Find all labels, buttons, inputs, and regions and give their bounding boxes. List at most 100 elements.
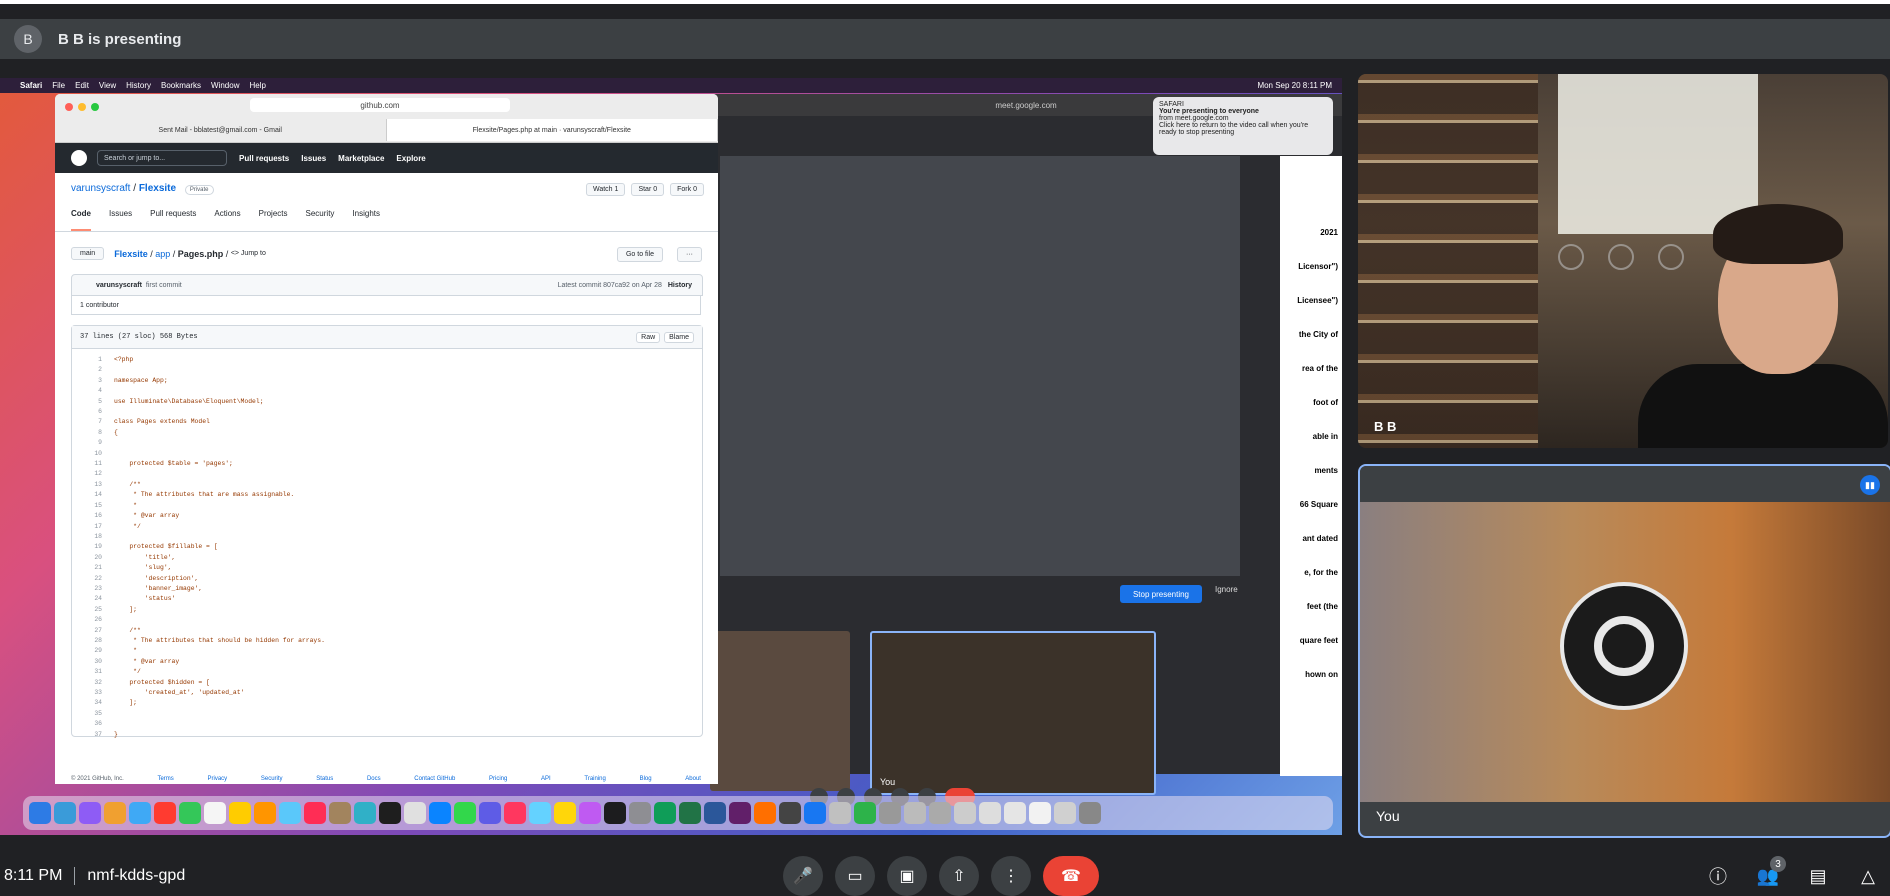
contributors[interactable]: 1 contributor (71, 295, 701, 315)
microphone-button[interactable]: 🎤 (783, 856, 823, 896)
footer-link[interactable]: API (541, 776, 551, 782)
branch-select[interactable]: main (71, 247, 105, 260)
line-number[interactable]: 37 (72, 730, 114, 740)
ignore-button[interactable]: Ignore (1215, 585, 1238, 594)
commit-message[interactable]: first commit (146, 282, 182, 289)
github-search-input[interactable]: Search or jump to... (97, 150, 227, 166)
line-number[interactable]: 20 (72, 553, 114, 563)
line-number[interactable]: 33 (72, 688, 114, 698)
captions-button[interactable]: ▣ (887, 856, 927, 896)
tab-insights[interactable]: Insights (352, 209, 380, 231)
stop-presenting-button[interactable]: Stop presenting (1120, 585, 1202, 603)
line-number[interactable]: 11 (72, 459, 114, 469)
tab-projects[interactable]: Projects (259, 209, 288, 231)
safari-notification[interactable]: SAFARI You're presenting to everyone fro… (1153, 97, 1333, 155)
line-number[interactable]: 27 (72, 626, 114, 636)
line-number[interactable]: 16 (72, 511, 114, 521)
address-bar[interactable]: github.com (250, 98, 510, 112)
zoom-icon[interactable] (91, 103, 99, 111)
breadcrumb-folder[interactable]: app (155, 249, 170, 259)
activities-button[interactable]: △ (1856, 864, 1880, 888)
line-number[interactable]: 19 (72, 542, 114, 552)
line-number[interactable]: 28 (72, 636, 114, 646)
footer-link[interactable]: Training (584, 776, 605, 782)
nav-explore[interactable]: Explore (396, 154, 425, 163)
line-number[interactable]: 4 (72, 386, 114, 396)
participant-tile-you[interactable]: ▮▮ You (1358, 464, 1890, 838)
watch-button[interactable]: Watch 1 (586, 183, 626, 196)
line-number[interactable]: 35 (72, 709, 114, 719)
line-number[interactable]: 7 (72, 417, 114, 427)
line-number[interactable]: 13 (72, 480, 114, 490)
footer-link[interactable]: Status (316, 776, 333, 782)
minimize-icon[interactable] (78, 103, 86, 111)
go-to-file-button[interactable]: Go to file (616, 247, 663, 262)
nav-pull-requests[interactable]: Pull requests (239, 154, 289, 163)
star-button[interactable]: Star 0 (631, 183, 665, 196)
line-number[interactable]: 22 (72, 574, 114, 584)
footer-link[interactable]: Privacy (208, 776, 228, 782)
tab-security[interactable]: Security (306, 209, 335, 231)
footer-link[interactable]: Security (261, 776, 283, 782)
line-number[interactable]: 1 (72, 355, 114, 365)
footer-link[interactable]: Terms (157, 776, 173, 782)
history-link[interactable]: History (668, 282, 692, 289)
blame-button[interactable]: Blame (664, 331, 694, 343)
fork-button[interactable]: Fork 0 (670, 183, 704, 196)
line-number[interactable]: 18 (72, 532, 114, 542)
line-number[interactable]: 17 (72, 522, 114, 532)
footer-link[interactable]: Docs (367, 776, 381, 782)
footer-link[interactable]: Blog (640, 776, 652, 782)
line-number[interactable]: 25 (72, 605, 114, 615)
line-number[interactable]: 26 (72, 615, 114, 625)
line-number[interactable]: 31 (72, 667, 114, 677)
line-number[interactable]: 36 (72, 719, 114, 729)
github-logo-icon[interactable] (71, 150, 87, 166)
tab-gmail[interactable]: Sent Mail - bblatest@gmail.com - Gmail (55, 119, 387, 141)
footer-link[interactable]: Pricing (489, 776, 507, 782)
camera-button[interactable]: ▭ (835, 856, 875, 896)
line-number[interactable]: 12 (72, 469, 114, 479)
tab-code[interactable]: Code (71, 209, 91, 231)
line-number[interactable]: 24 (72, 594, 114, 604)
raw-button[interactable]: Raw (636, 331, 661, 343)
more-options-button[interactable]: ⋮ (991, 856, 1031, 896)
footer-link[interactable]: Contact GitHub (414, 776, 455, 782)
tab-github[interactable]: Flexsite/Pages.php at main · varunsyscra… (386, 119, 718, 141)
repo-owner[interactable]: varunsyscraft (71, 183, 130, 194)
line-number[interactable]: 32 (72, 678, 114, 688)
remove-icon[interactable] (1658, 244, 1684, 270)
jump-to-button[interactable]: <> Jump to (231, 250, 266, 257)
leave-call-button[interactable]: ☎ (1043, 856, 1099, 896)
more-options-button[interactable]: ··· (677, 247, 702, 262)
line-number[interactable]: 14 (72, 490, 114, 500)
line-number[interactable]: 34 (72, 698, 114, 708)
line-number[interactable]: 23 (72, 584, 114, 594)
line-number[interactable]: 3 (72, 376, 114, 386)
present-button[interactable]: ⇧ (939, 856, 979, 896)
line-number[interactable]: 8 (72, 428, 114, 438)
repo-name[interactable]: Flexsite (139, 183, 176, 194)
line-number[interactable]: 10 (72, 449, 114, 459)
line-number[interactable]: 6 (72, 407, 114, 417)
chat-button[interactable]: ▤ (1806, 864, 1830, 888)
tab-actions[interactable]: Actions (214, 209, 240, 231)
people-button[interactable]: 👥 3 (1756, 856, 1786, 888)
line-number[interactable]: 9 (72, 438, 114, 448)
breadcrumb-repo[interactable]: Flexsite (114, 249, 148, 259)
nav-issues[interactable]: Issues (301, 154, 326, 163)
line-number[interactable]: 30 (72, 657, 114, 667)
line-number[interactable]: 21 (72, 563, 114, 573)
line-number[interactable]: 29 (72, 646, 114, 656)
nav-marketplace[interactable]: Marketplace (338, 154, 384, 163)
meeting-details-button[interactable]: ⓘ (1706, 864, 1730, 888)
tab-issues[interactable]: Issues (109, 209, 132, 231)
line-number[interactable]: 5 (72, 397, 114, 407)
pin-icon[interactable] (1558, 244, 1584, 270)
footer-link[interactable]: About (685, 776, 701, 782)
mute-icon[interactable] (1608, 244, 1634, 270)
tab-pull-requests[interactable]: Pull requests (150, 209, 196, 231)
line-number[interactable]: 15 (72, 501, 114, 511)
commit-author[interactable]: varunsyscraft (96, 282, 142, 289)
participant-tile-bb[interactable]: B B (1358, 74, 1888, 448)
